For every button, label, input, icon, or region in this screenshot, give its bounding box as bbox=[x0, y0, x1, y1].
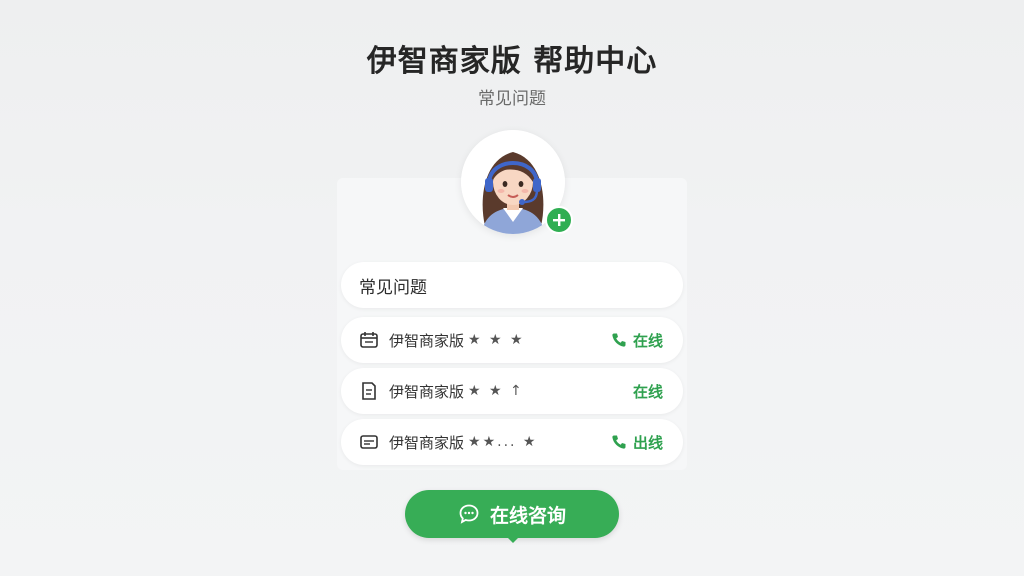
list-item[interactable]: 伊智商家版 ★ ★ ★ 在线 bbox=[341, 317, 683, 363]
status-label: 在线 bbox=[632, 331, 663, 350]
chat-bubble-icon bbox=[458, 503, 480, 525]
cta-label: 在线咨询 bbox=[489, 504, 566, 527]
plus-icon[interactable] bbox=[545, 206, 573, 234]
list-item[interactable]: 伊智商家版 ★★... ★ 出线 bbox=[341, 419, 683, 465]
item-name: 伊智商家版 bbox=[389, 433, 465, 452]
card-icon bbox=[359, 432, 379, 452]
button-tail bbox=[506, 536, 520, 543]
item-name: 伊智商家版 bbox=[389, 331, 465, 350]
item-rating: ★★... ★ bbox=[468, 434, 538, 450]
status-label: 在线 bbox=[632, 382, 663, 401]
list-item[interactable]: 伊智商家版 ★ ★ ↑ 在线 bbox=[341, 368, 683, 414]
status-online[interactable]: 在线 bbox=[611, 330, 663, 351]
phone-icon bbox=[611, 434, 627, 450]
avatar-container[interactable] bbox=[461, 130, 573, 234]
phone-icon bbox=[611, 332, 627, 348]
status-offline[interactable]: 出线 bbox=[611, 432, 663, 453]
status-label: 出线 bbox=[632, 433, 663, 452]
faq-header-label: 常见问题 bbox=[359, 277, 427, 298]
item-rating: ★ ★ ★ bbox=[468, 332, 525, 348]
page-title: 伊智商家版 帮助中心 bbox=[366, 44, 658, 79]
faq-header: 常见问题 bbox=[341, 262, 683, 308]
document-icon bbox=[359, 381, 379, 401]
item-rating: ★ ★ ↑ bbox=[468, 383, 524, 399]
status-online[interactable]: 在线 bbox=[633, 381, 663, 402]
online-consult-button[interactable]: 在线咨询 bbox=[405, 490, 619, 538]
item-name: 伊智商家版 bbox=[389, 382, 465, 401]
page-subtitle: 常见问题 bbox=[478, 89, 546, 109]
calendar-icon bbox=[359, 330, 379, 350]
